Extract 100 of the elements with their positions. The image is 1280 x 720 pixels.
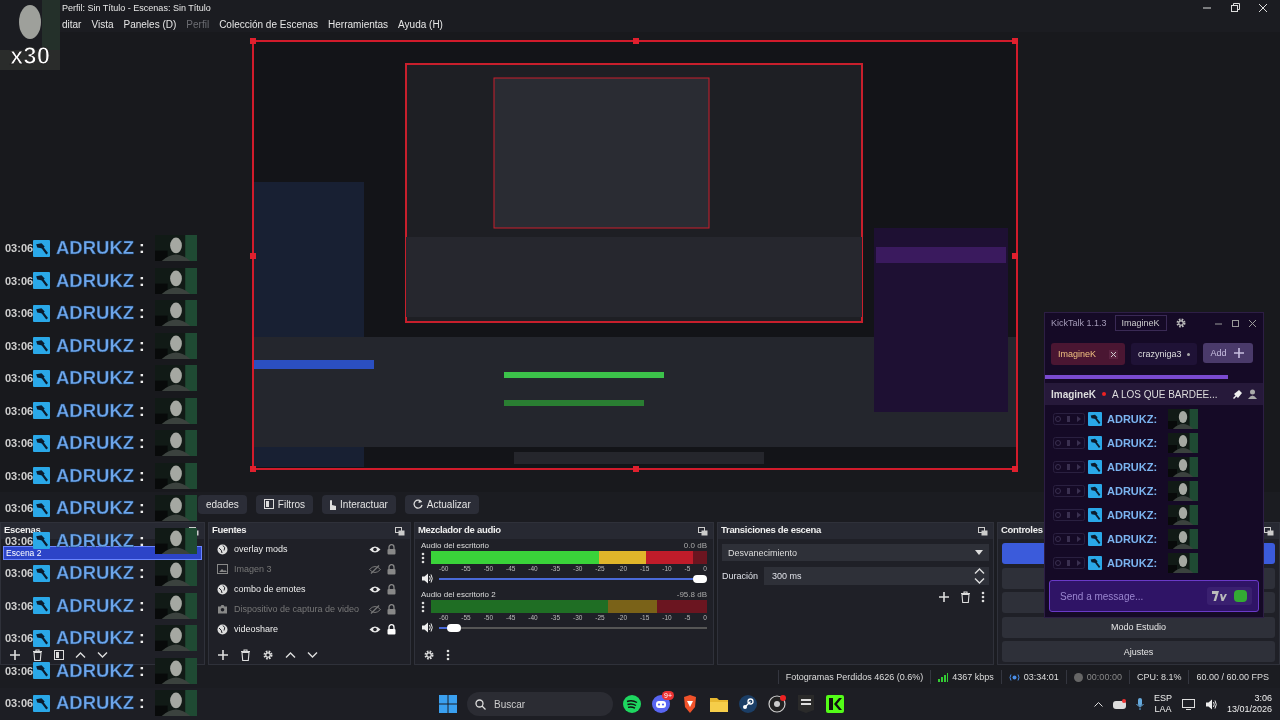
resize-handle[interactable] [250,466,256,472]
username: ADRUKZ [56,594,135,617]
duration-field[interactable]: 300 ms [764,567,989,585]
control-button[interactable]: Modo Estudio [1002,616,1275,638]
undock-icon [1264,527,1274,536]
username: ADRUKZ: [1107,556,1158,569]
message-time: 03:06 [5,339,33,352]
maximize-icon[interactable] [1231,318,1240,328]
chat-tab[interactable]: crazyniga3 [1131,343,1197,365]
username: ADRUKZ [56,562,135,585]
add-button[interactable]: Add [1202,343,1253,363]
more-icon [981,591,985,603]
hammer-icon [1088,555,1102,570]
resize-handle[interactable] [1012,38,1018,44]
language-indicator: LAA [1154,704,1172,715]
separator: : [139,303,145,324]
window-title: Perfil: Sin Título - Escenas: Sin Título [62,3,211,13]
chevron-down-icon [307,651,318,659]
hammer-icon [33,662,50,680]
hammer-icon [33,467,50,485]
trash-icon [240,649,251,661]
menu-item[interactable]: Vista [91,18,114,30]
chat-tab[interactable]: ImagineK [1051,343,1125,365]
db-reading: -95.8 dB [676,590,707,599]
slider-thumb[interactable] [446,623,461,632]
logo-icon [1212,590,1228,602]
separator: : [139,660,145,681]
pinned-message: ImagineK A LOS QUE BARDEE... [1045,383,1263,405]
speaker-icon [1204,698,1217,710]
circle-waves-icon[interactable] [623,695,641,713]
message-time: 03:06 [5,632,33,645]
slider-thumb[interactable] [693,574,707,583]
source-label: overlay mods [234,544,289,554]
panel-title: Fuentes [212,524,247,535]
app-title: KickTalk 1.1.3 [1051,318,1107,328]
username: ADRUKZ [56,464,135,487]
multiplier-label: x30 [10,42,51,70]
menu-item[interactable]: ditar [62,18,82,30]
hammer-icon [33,597,50,615]
speaker-icon [421,573,433,584]
message-time: 03:06 [5,534,33,547]
record-app-icon[interactable] [768,695,786,713]
volume-slider[interactable] [439,574,707,583]
signal-bars-icon [938,672,949,682]
status-text: CPU: 8.1% [1136,672,1182,682]
toolbar-button[interactable]: Filtros [255,494,314,514]
app-logo-icon[interactable] [826,695,844,713]
toolbar-button[interactable]: Actualizar [404,494,479,514]
message-time: 03:06 [5,404,33,417]
refresh-icon [412,499,423,509]
message-field[interactable]: Send a message... [1049,580,1259,612]
status-text: Fotogramas Perdidos 4626 (0.6%) [785,672,924,682]
undock-icon [978,527,988,536]
folder-icon[interactable] [710,696,728,712]
hammer-icon [33,402,50,420]
toolbar-button[interactable]: edades [198,494,247,514]
username: ADRUKZ [56,497,135,520]
menu-item[interactable]: Herramientas [328,18,389,30]
speaker-icon [421,622,433,633]
panel-title: Transiciones de escena [721,524,822,535]
account-tab[interactable]: ImagineK [1114,315,1167,331]
shield-icon[interactable] [682,695,698,713]
volume-slider[interactable] [439,623,707,632]
resize-handle[interactable] [250,253,256,259]
undock-icon [395,527,405,536]
restore-icon[interactable] [1230,3,1240,13]
trash-icon [960,591,971,603]
globe-icon [217,583,228,595]
caret-down-icon [975,550,983,555]
menu-item[interactable]: Colección de Escenas [219,18,319,30]
clock-date: 13/01/2026 [1226,704,1272,715]
steam-icon[interactable] [739,695,757,713]
transition-dropdown[interactable]: Desvanecimiento [722,544,989,561]
moderation-buttons-icon [1053,556,1085,569]
shield-icon[interactable] [798,695,814,713]
message-time: 03:06 [5,664,33,677]
image-icon [217,564,228,574]
undock-icon [698,527,708,536]
username: ADRUKZ [56,399,135,422]
search-field[interactable]: Buscar [467,692,613,716]
source-label: videoshare [234,624,280,634]
moderation-buttons-icon [1053,412,1085,425]
resize-handle[interactable] [1012,253,1018,259]
menu-item[interactable]: Paneles (D) [123,18,177,30]
separator: : [139,270,145,291]
resize-handle[interactable] [633,38,639,44]
message-time: 03:06 [5,697,33,710]
close-icon [1109,349,1118,359]
toolbar-button[interactable]: Interactuar [322,494,396,514]
resize-handle[interactable] [633,466,639,472]
chevron-down-icon [974,577,985,585]
pin-icon [1233,389,1242,399]
close-icon[interactable] [1248,318,1257,328]
resize-handle[interactable] [1012,466,1018,472]
panel-title: Controles [1001,524,1043,535]
plus-icon [1232,347,1245,359]
control-button[interactable]: Ajustes [1002,641,1275,662]
plus-icon [9,649,21,661]
menu-item[interactable]: Ayuda (H) [398,18,443,30]
resize-handle[interactable] [250,38,256,44]
